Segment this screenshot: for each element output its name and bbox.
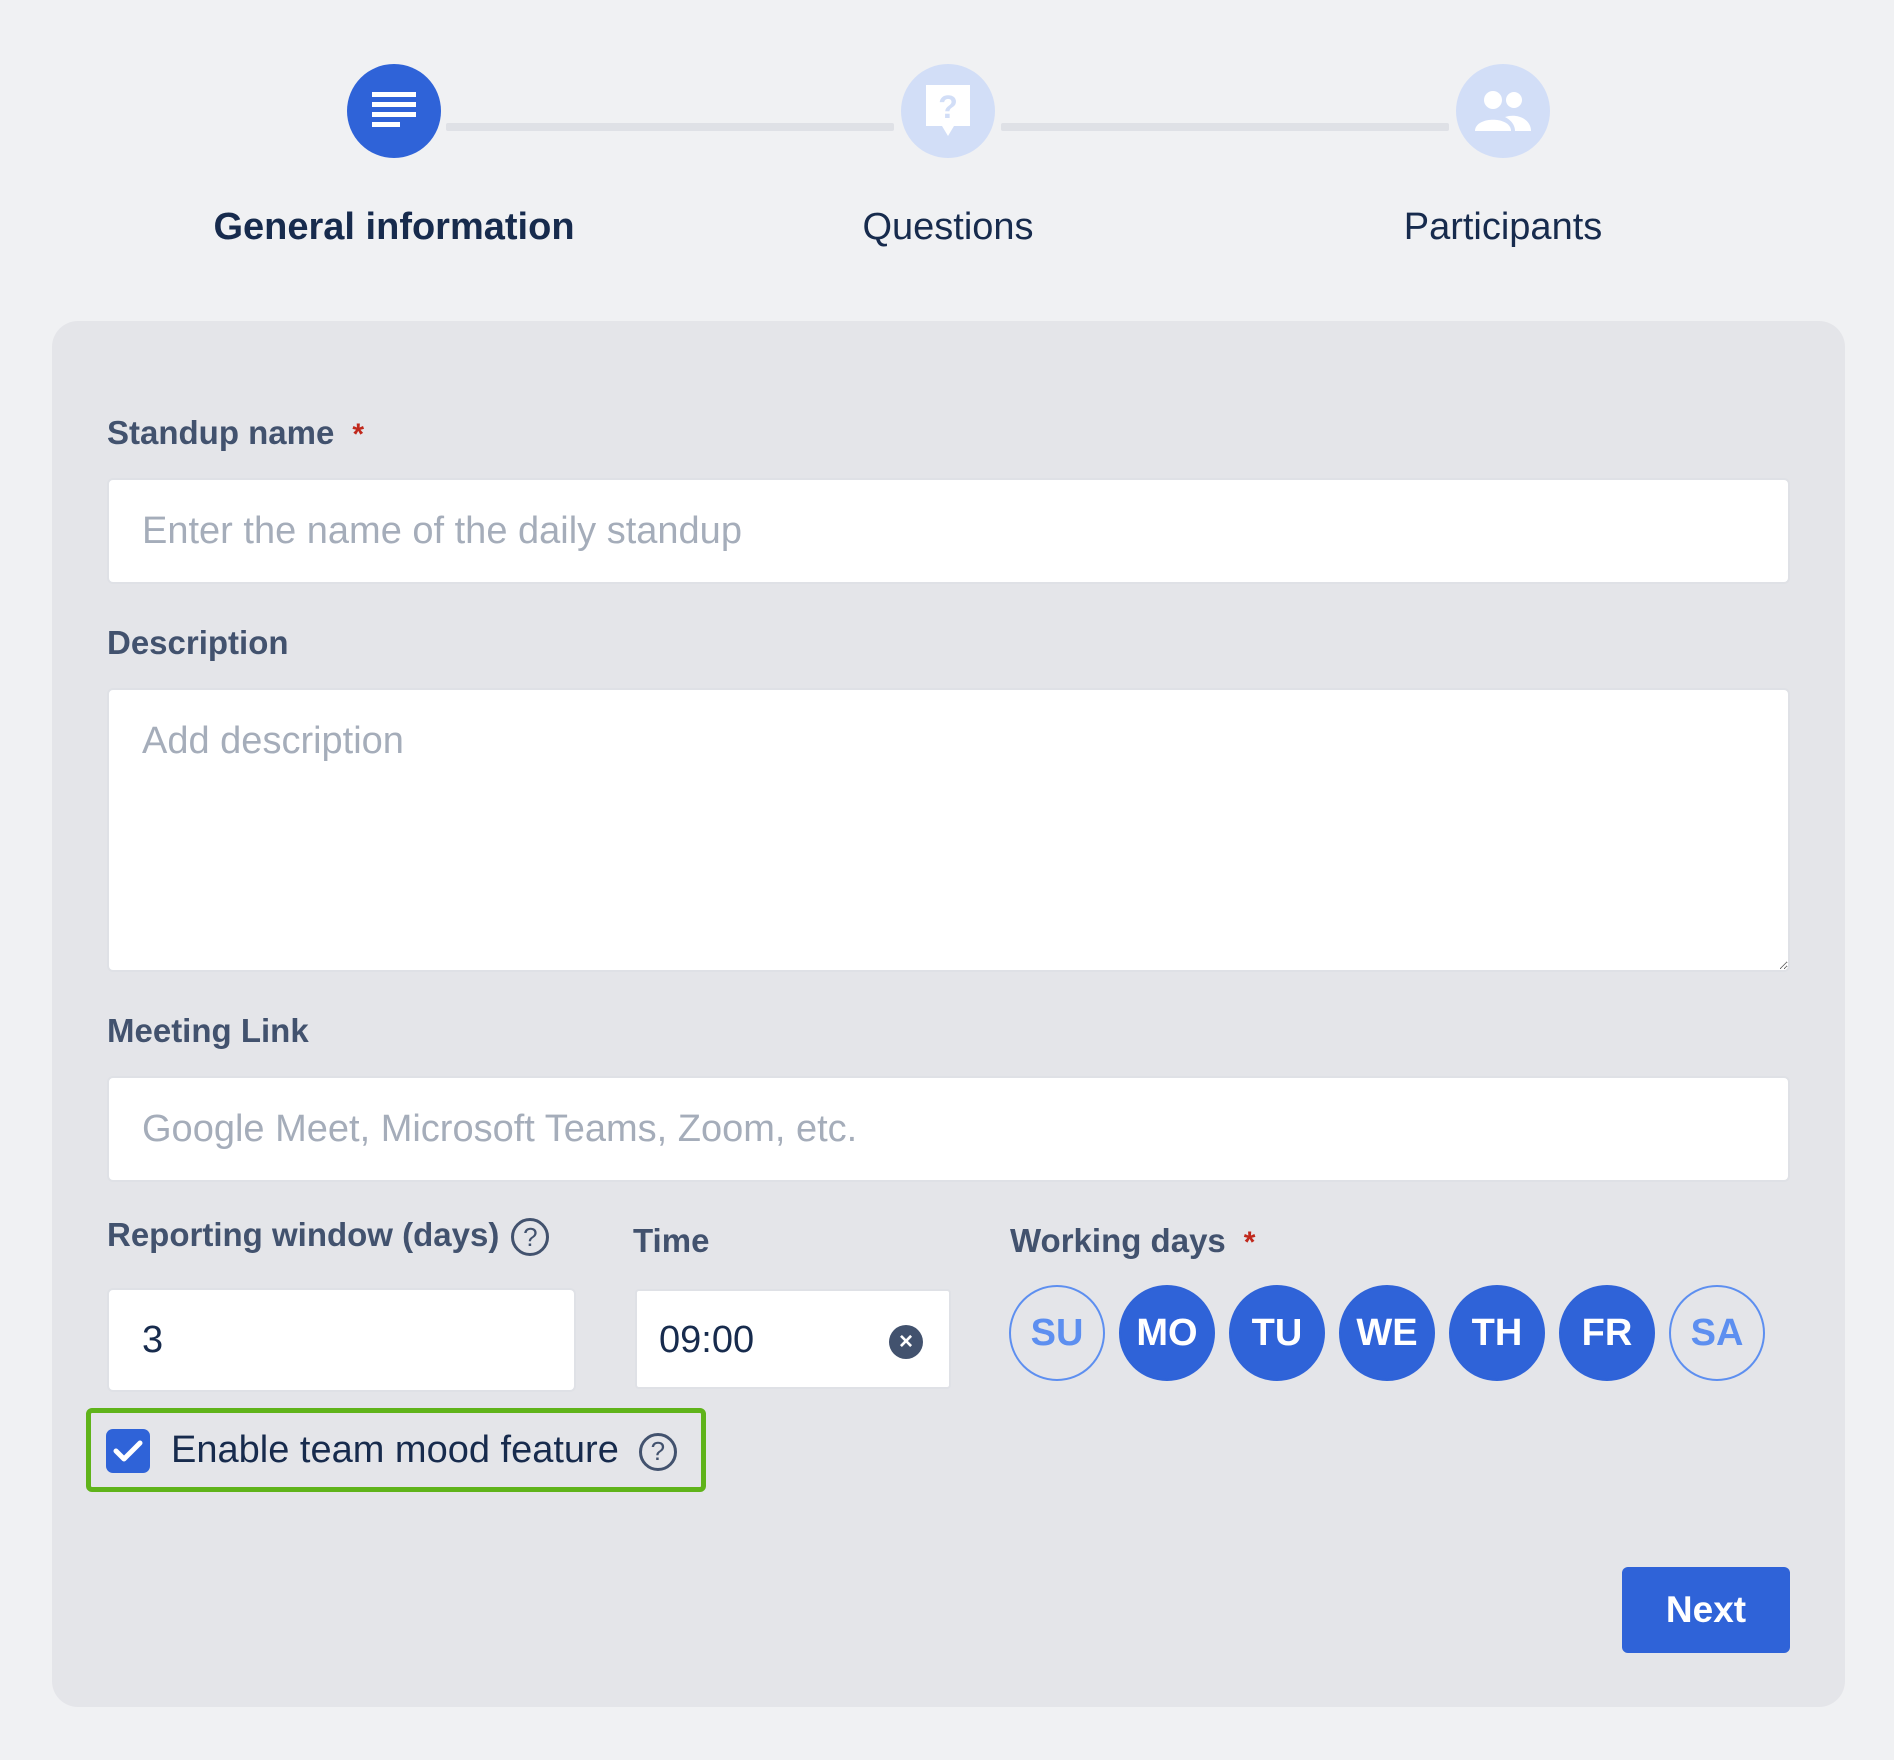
- standup-name-input[interactable]: [107, 478, 1790, 584]
- day-toggle-wednesday[interactable]: WE: [1339, 1285, 1435, 1381]
- help-icon[interactable]: ?: [511, 1218, 550, 1257]
- step-label-general-information: General information: [213, 206, 575, 248]
- step-label-participants: Participants: [1403, 206, 1603, 248]
- step-connector: [1001, 123, 1449, 131]
- svg-text:?: ?: [938, 89, 958, 125]
- progress-stepper: ? General information Questions Particip…: [0, 0, 1894, 300]
- standup-name-label: Standup name *: [107, 414, 365, 451]
- time-value: 09:00: [659, 1319, 755, 1361]
- step-label-questions: Questions: [862, 206, 1034, 248]
- day-toggle-saturday[interactable]: SA: [1669, 1285, 1765, 1381]
- question-bubble-icon: ?: [926, 85, 970, 136]
- reporting-window-label: Reporting window (days)?: [107, 1216, 550, 1257]
- description-label: Description: [107, 624, 289, 661]
- step-questions[interactable]: ?: [901, 64, 995, 158]
- team-mood-label: Enable team mood feature?: [171, 1429, 677, 1472]
- people-icon: [1475, 91, 1531, 131]
- time-label: Time: [633, 1222, 710, 1259]
- meeting-link-input[interactable]: [107, 1076, 1790, 1182]
- help-icon[interactable]: ?: [638, 1432, 677, 1471]
- step-general-information[interactable]: [347, 64, 441, 158]
- step-participants[interactable]: [1456, 64, 1550, 158]
- team-mood-checkbox[interactable]: [106, 1429, 150, 1473]
- time-picker[interactable]: 09:00 ×: [635, 1289, 951, 1389]
- required-marker: *: [1243, 1226, 1256, 1259]
- description-textarea[interactable]: [107, 688, 1790, 972]
- working-days-selector: SU MO TU WE TH FR SA: [1009, 1285, 1765, 1381]
- day-toggle-tuesday[interactable]: TU: [1229, 1285, 1325, 1381]
- reporting-window-input[interactable]: [107, 1288, 576, 1392]
- meeting-link-label: Meeting Link: [107, 1012, 309, 1049]
- next-button[interactable]: Next: [1622, 1567, 1790, 1653]
- working-days-label: Working days *: [1010, 1222, 1256, 1259]
- day-toggle-sunday[interactable]: SU: [1009, 1285, 1105, 1381]
- required-marker: *: [352, 418, 365, 451]
- day-toggle-friday[interactable]: FR: [1559, 1285, 1655, 1381]
- clear-icon[interactable]: ×: [889, 1325, 923, 1359]
- day-toggle-thursday[interactable]: TH: [1449, 1285, 1545, 1381]
- step-connector: [446, 123, 894, 131]
- document-lines-icon: [372, 92, 416, 127]
- day-toggle-monday[interactable]: MO: [1119, 1285, 1215, 1381]
- checkmark-icon: [113, 1440, 143, 1462]
